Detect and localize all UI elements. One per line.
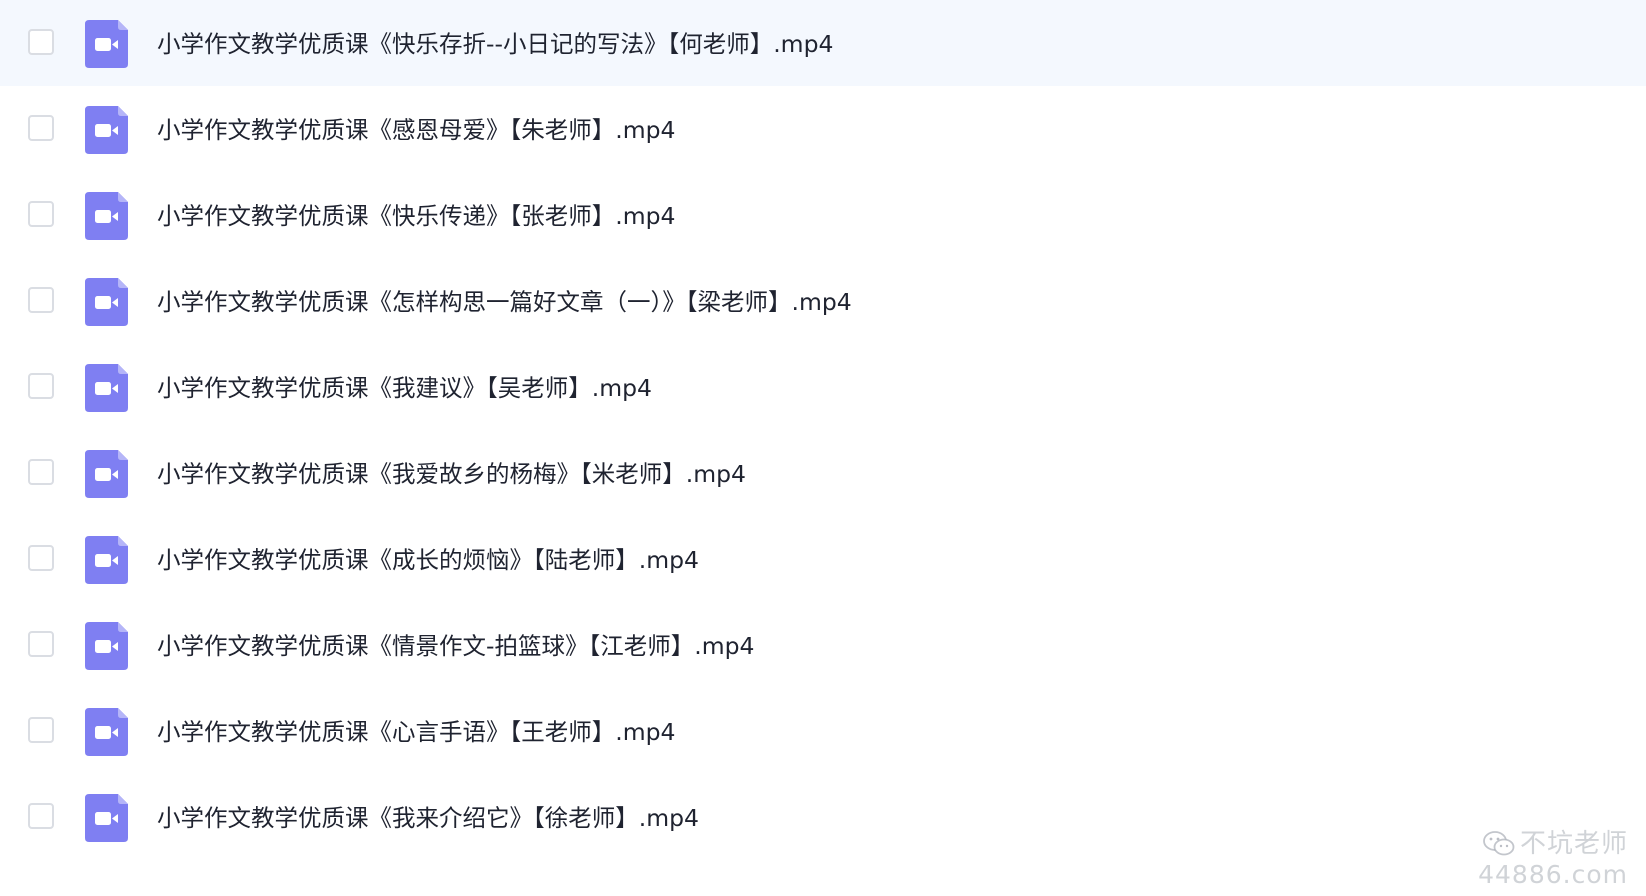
file-name[interactable]: 小学作文教学优质课《感恩母爱》【朱老师】.mp4 bbox=[157, 86, 675, 175]
watermark-text: 不坑老师 bbox=[1519, 829, 1628, 859]
video-file-icon bbox=[85, 364, 128, 412]
row-checkbox[interactable] bbox=[28, 717, 54, 743]
file-name[interactable]: 小学作文教学优质课《怎样构思一篇好文章（一）》【梁老师】.mp4 bbox=[157, 258, 852, 347]
video-file-icon bbox=[85, 536, 128, 584]
row-checkbox[interactable] bbox=[28, 201, 54, 227]
video-file-icon bbox=[85, 708, 128, 756]
row-checkbox[interactable] bbox=[28, 115, 54, 141]
file-row[interactable]: 小学作文教学优质课《快乐存折--小日记的写法》【何老师】.mp4 bbox=[0, 0, 1646, 89]
file-name[interactable]: 小学作文教学优质课《快乐传递》【张老师】.mp4 bbox=[157, 172, 675, 261]
row-checkbox[interactable] bbox=[28, 459, 54, 485]
file-row[interactable]: 小学作文教学优质课《快乐传递》【张老师】.mp4 bbox=[0, 172, 1646, 261]
video-file-icon bbox=[85, 622, 128, 670]
file-name[interactable]: 小学作文教学优质课《成长的烦恼》【陆老师】.mp4 bbox=[157, 516, 699, 605]
video-file-icon bbox=[85, 20, 128, 68]
file-row[interactable]: 小学作文教学优质课《感恩母爱》【朱老师】.mp4 bbox=[0, 86, 1646, 175]
video-file-icon bbox=[85, 450, 128, 498]
file-row[interactable]: 小学作文教学优质课《怎样构思一篇好文章（一）》【梁老师】.mp4 bbox=[0, 258, 1646, 347]
row-checkbox[interactable] bbox=[28, 803, 54, 829]
wechat-icon bbox=[1483, 831, 1515, 856]
file-list: 小学作文教学优质课《快乐存折--小日记的写法》【何老师】.mp4 小学作文教学优… bbox=[0, 0, 1646, 896]
file-name[interactable]: 小学作文教学优质课《情景作文-拍篮球》【江老师】.mp4 bbox=[157, 602, 754, 691]
watermark-brand: 不坑老师 bbox=[1468, 828, 1628, 860]
video-file-icon bbox=[85, 192, 128, 240]
file-row[interactable]: 小学作文教学优质课《情景作文-拍篮球》【江老师】.mp4 bbox=[0, 602, 1646, 691]
row-checkbox[interactable] bbox=[28, 631, 54, 657]
row-checkbox[interactable] bbox=[28, 373, 54, 399]
file-name[interactable]: 小学作文教学优质课《快乐存折--小日记的写法》【何老师】.mp4 bbox=[157, 0, 833, 89]
file-row[interactable]: 小学作文教学优质课《我爱故乡的杨梅》【米老师】.mp4 bbox=[0, 430, 1646, 519]
file-name[interactable]: 小学作文教学优质课《我爱故乡的杨梅》【米老师】.mp4 bbox=[157, 430, 746, 519]
watermark-domain: 44886.com bbox=[1478, 860, 1628, 889]
file-row[interactable]: 小学作文教学优质课《成长的烦恼》【陆老师】.mp4 bbox=[0, 516, 1646, 605]
file-name[interactable]: 小学作文教学优质课《心言手语》【王老师】.mp4 bbox=[157, 688, 675, 777]
watermark: 不坑老师 44886.com bbox=[1468, 828, 1628, 890]
row-checkbox[interactable] bbox=[28, 545, 54, 571]
file-row[interactable]: 小学作文教学优质课《我来介绍它》【徐老师】.mp4 bbox=[0, 774, 1646, 863]
video-file-icon bbox=[85, 794, 128, 842]
file-row[interactable]: 小学作文教学优质课《我建议》【吴老师】.mp4 bbox=[0, 344, 1646, 433]
file-row[interactable]: 小学作文教学优质课《心言手语》【王老师】.mp4 bbox=[0, 688, 1646, 777]
file-name[interactable]: 小学作文教学优质课《我来介绍它》【徐老师】.mp4 bbox=[157, 774, 699, 863]
file-name[interactable]: 小学作文教学优质课《我建议》【吴老师】.mp4 bbox=[157, 344, 652, 433]
video-file-icon bbox=[85, 278, 128, 326]
row-checkbox[interactable] bbox=[28, 29, 54, 55]
video-file-icon bbox=[85, 106, 128, 154]
row-checkbox[interactable] bbox=[28, 287, 54, 313]
